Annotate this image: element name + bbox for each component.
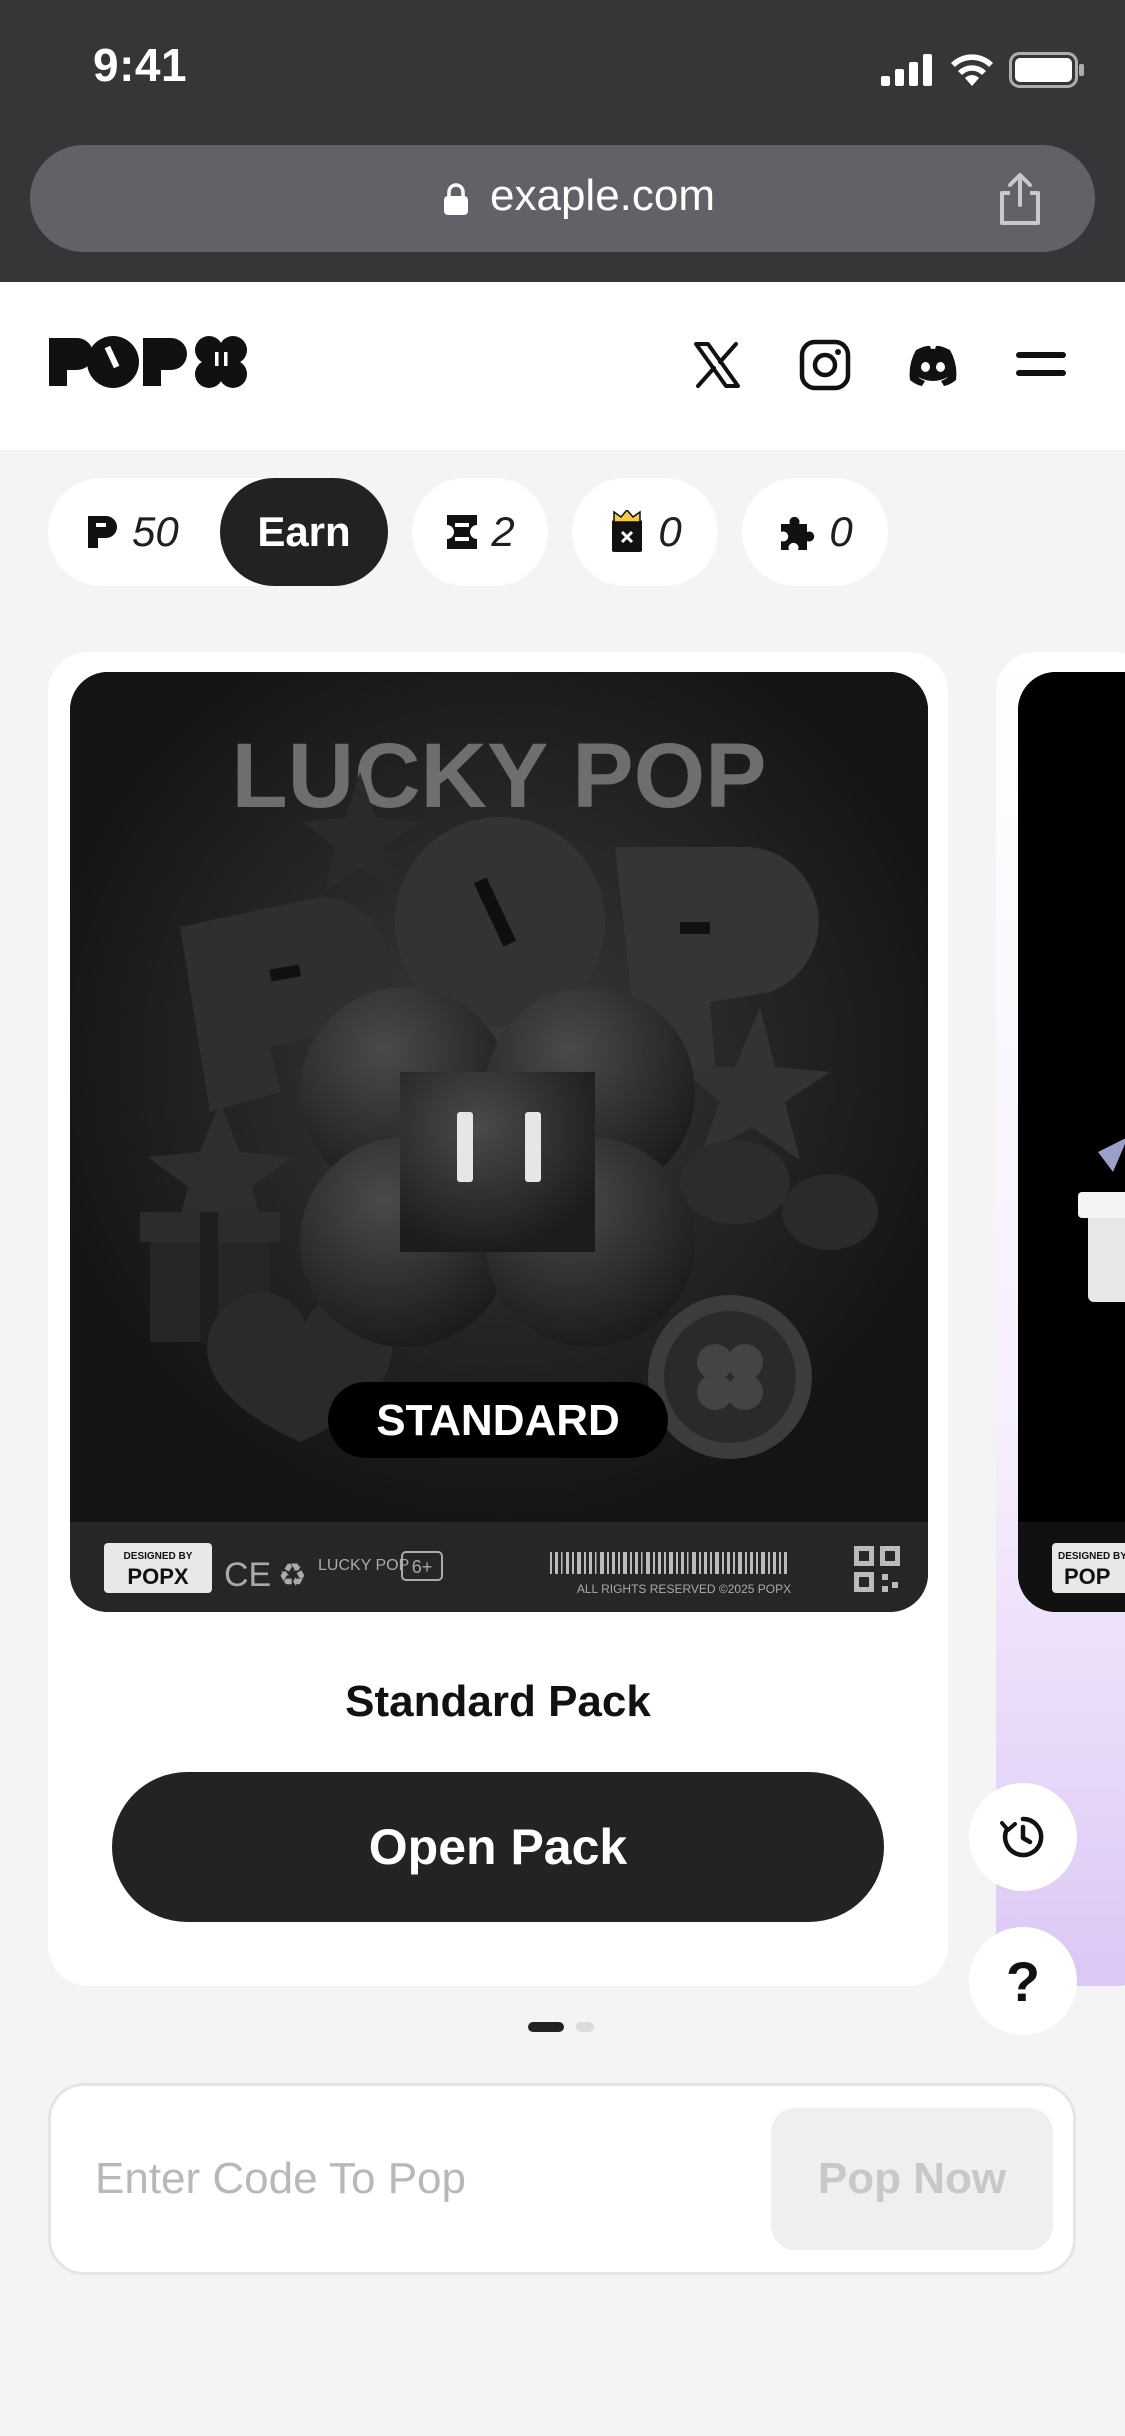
history-button[interactable] <box>969 1783 1077 1891</box>
ticket-icon <box>447 515 478 549</box>
puzzles-value: 0 <box>829 508 853 555</box>
pack-card[interactable]: LUCKY POP STANDARD DESIGNED BY POPX CE ♻… <box>48 652 948 1986</box>
site-header <box>0 282 1125 450</box>
coin-shape <box>648 1295 812 1459</box>
brand-mark-label: POPX <box>127 1564 188 1589</box>
puzzles-chip[interactable]: 0 <box>742 478 888 586</box>
instagram-icon[interactable] <box>798 338 852 392</box>
share-icon[interactable] <box>990 169 1050 229</box>
points-icon <box>88 516 117 548</box>
tickets-value: 2 <box>491 508 515 555</box>
status-time: 9:41 <box>93 39 188 91</box>
tickets-chip[interactable]: 2 <box>412 478 548 586</box>
ce-mark: CE <box>224 1556 271 1594</box>
recycle-icon: ♻ <box>278 1557 307 1593</box>
carousel-dot-active[interactable] <box>528 2022 564 2032</box>
x-icon[interactable] <box>690 338 744 392</box>
status-icons <box>881 50 1085 90</box>
designed-by-label: DESIGNED BY <box>124 1551 193 1562</box>
pack-artwork: LUCKY POP STANDARD DESIGNED BY POPX CE ♻… <box>70 672 928 1612</box>
browser-chrome: 9:41 exaple.com <box>0 0 1125 282</box>
pop-now-button[interactable]: Pop Now <box>771 2108 1053 2250</box>
popx-logo-icon[interactable] <box>47 334 247 390</box>
help-button[interactable]: ? <box>969 1927 1077 2035</box>
lucky-pop-small: LUCKY POP <box>318 1557 409 1574</box>
discord-icon[interactable] <box>906 338 960 392</box>
url-text[interactable]: exaple.com <box>490 171 715 221</box>
address-bar[interactable]: exaple.com <box>30 145 1095 252</box>
lock-icon <box>444 183 468 215</box>
crowns-value: 0 <box>658 508 682 555</box>
pack-artwork-illustration: LUCKY POP STANDARD DESIGNED BY POPX CE ♻… <box>70 672 928 1612</box>
menu-icon[interactable] <box>1014 338 1068 392</box>
puzzle-icon <box>781 516 815 550</box>
rights-label: ALL RIGHTS RESERVED ©2025 POPX <box>577 1582 791 1596</box>
battery-icon <box>1009 52 1084 88</box>
standard-badge: STANDARD <box>376 1396 620 1445</box>
code-entry: Pop Now <box>48 2083 1076 2275</box>
next-brand-mark-label: POP <box>1064 1564 1110 1589</box>
signal-icon <box>881 54 932 86</box>
next-pack-artwork: DESIGNED BY POP <box>1018 672 1125 1612</box>
points-value: 50 <box>132 508 179 555</box>
code-input[interactable] <box>95 2134 735 2224</box>
history-icon <box>1000 1816 1044 1858</box>
open-pack-button[interactable]: Open Pack <box>112 1772 884 1922</box>
art-title: LUCKY POP <box>231 725 766 827</box>
age-rating: 6+ <box>412 1557 433 1577</box>
pack-title: Standard Pack <box>345 1677 651 1726</box>
carousel-dot[interactable] <box>576 2022 594 2032</box>
crowns-chip[interactable]: 0 <box>572 478 718 586</box>
next-designed-by-label: DESIGNED BY <box>1058 1551 1125 1562</box>
earn-button[interactable]: Earn <box>220 478 388 586</box>
next-pack-artwork-illustration: DESIGNED BY POP <box>1018 672 1125 1612</box>
wifi-icon <box>951 54 993 86</box>
crown-card-icon <box>612 510 643 552</box>
